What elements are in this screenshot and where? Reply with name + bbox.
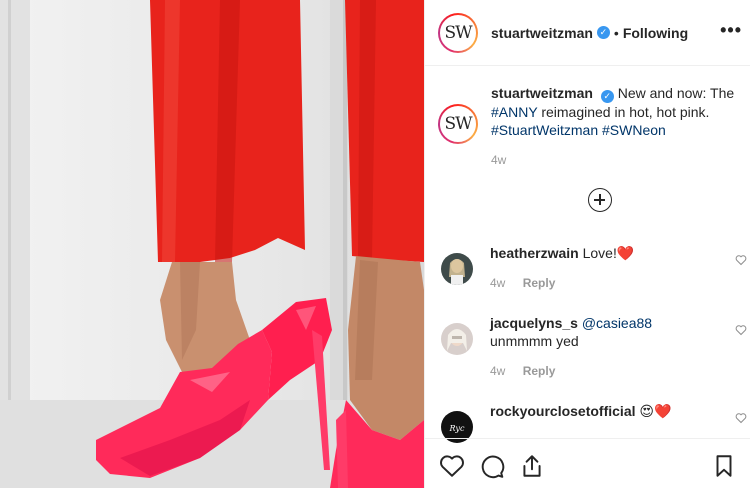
post-header: SW stuartweitzman ✓ • Following ••• [425, 0, 750, 66]
comment-text: jacquelyns_s @casiea88 unmmmm yed [490, 314, 730, 350]
share-icon[interactable] [519, 453, 545, 479]
like-comment-heart-icon[interactable] [735, 254, 747, 266]
hashtag-stuartweitzman[interactable]: #StuartWeitzman [491, 122, 598, 138]
commenter-avatar[interactable] [441, 323, 473, 355]
verified-badge-icon: ✓ [600, 90, 614, 103]
reply-button[interactable]: Reply [523, 276, 556, 290]
commenter-avatar[interactable] [441, 253, 473, 285]
comment-body: unmmmm yed [490, 333, 579, 349]
caption-body: stuartweitzman ✓ New and now: The #ANNY … [491, 84, 748, 169]
author-avatar[interactable]: SW [438, 12, 478, 53]
comment-body: 😍❤️ [639, 403, 672, 419]
comment-time[interactable]: 4w [490, 276, 505, 290]
author-username[interactable]: stuartweitzman [491, 25, 593, 41]
avatar-initials: SW [444, 22, 472, 43]
bookmark-icon[interactable] [711, 453, 737, 479]
like-heart-icon[interactable] [439, 453, 465, 479]
comment-body: Love!❤️ [582, 245, 635, 261]
following-button[interactable]: Following [623, 25, 688, 41]
post-photo[interactable] [0, 0, 424, 488]
post-caption: SW stuartweitzman ✓ New and now: The #AN… [438, 84, 748, 169]
comment-mention[interactable]: @casiea88 [582, 315, 652, 331]
caption-username[interactable]: stuartweitzman [491, 85, 593, 101]
more-options-icon[interactable]: ••• [720, 20, 742, 41]
instagram-post: SW stuartweitzman ✓ • Following ••• SW s… [0, 0, 750, 488]
comment-meta: 4w Reply [490, 364, 555, 378]
svg-text:Ryc: Ryc [449, 424, 465, 433]
verified-badge-icon: ✓ [596, 26, 610, 39]
header-separator: • [613, 24, 619, 41]
comment-username[interactable]: rockyourclosetofficial [490, 403, 636, 419]
post-actions-bar [425, 438, 750, 488]
comment-meta: 4w Reply [490, 276, 555, 290]
post-photo-illustration [0, 0, 424, 488]
comment-time[interactable]: 4w [490, 364, 505, 378]
load-more-comments-icon[interactable] [588, 188, 612, 212]
comment-bubble-icon[interactable] [479, 453, 505, 479]
hashtag-swneon[interactable]: #SWNeon [602, 122, 666, 138]
like-comment-heart-icon[interactable] [735, 412, 747, 424]
comment-username[interactable]: heatherzwain [490, 245, 579, 261]
comment-username[interactable]: jacquelyns_s [490, 315, 578, 331]
post-side-panel: SW stuartweitzman ✓ • Following ••• SW s… [424, 0, 750, 488]
comment-text: heatherzwain Love!❤️ [490, 244, 730, 262]
caption-text-1: New and now: The [617, 85, 735, 101]
caption-author-avatar[interactable]: SW [438, 104, 478, 144]
comment-text: rockyourclosetofficial 😍❤️ [490, 402, 730, 420]
hashtag-anny[interactable]: #ANNY [491, 104, 537, 120]
reply-button[interactable]: Reply [523, 364, 556, 378]
caption-text-2: reimagined in hot, hot pink. [541, 104, 710, 120]
like-comment-heart-icon[interactable] [735, 324, 747, 336]
avatar-initials: SW [444, 114, 472, 134]
caption-timestamp[interactable]: 4w [491, 151, 748, 169]
